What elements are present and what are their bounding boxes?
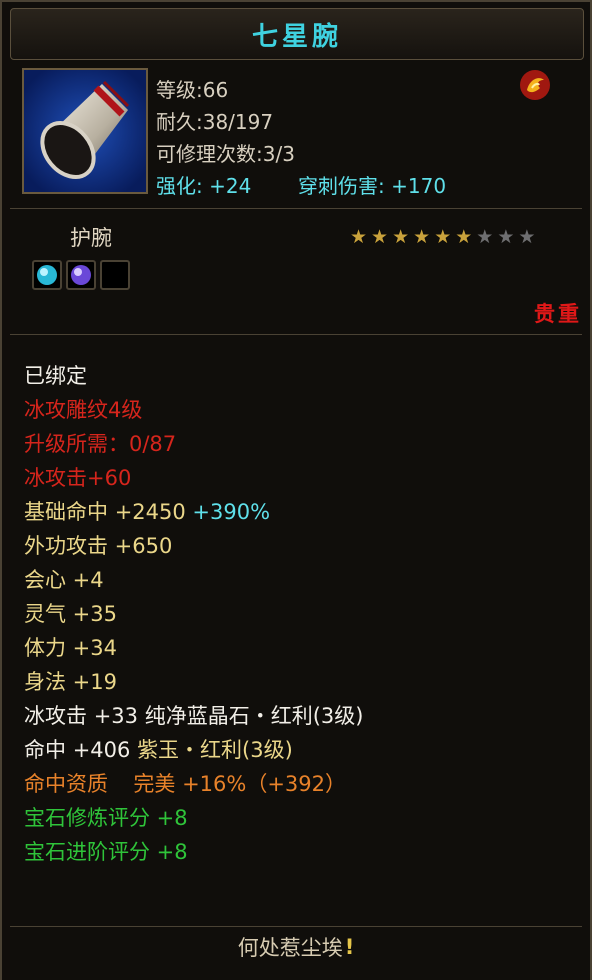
ice-attack-gem-row: 冰攻击 +33 纯净蓝晶石・红利(3级) [24, 700, 363, 730]
base-hit-percent: +390% [192, 500, 271, 524]
owner-name: 何处惹尘埃 [237, 936, 343, 960]
star-rating: ★ ★ ★ ★ ★ ★ ★ ★ ★ [350, 228, 535, 247]
ice-attack-bonus: 冰攻击+60 [24, 466, 132, 490]
rarity-label: 贵重 [534, 302, 582, 326]
hit-label: 命中 [24, 738, 66, 762]
level-text: 等级:66 [156, 78, 229, 102]
pierce-label: 穿刺伤害: [298, 174, 385, 198]
star-filled-icon: ★ [413, 226, 431, 248]
star-filled-icon: ★ [371, 226, 389, 248]
star-filled-icon: ★ [434, 226, 452, 248]
crit-stat: 会心 +4 [24, 568, 104, 592]
durability-text: 耐久:38/197 [156, 110, 274, 134]
enhance-row: 强化: +24 穿刺伤害: +170 [156, 170, 446, 199]
star-empty-icon: ★ [497, 226, 515, 248]
ice-attack-value: +33 [93, 704, 139, 728]
star-filled-icon: ★ [350, 226, 368, 248]
ice-carve-level: 冰攻雕纹4级 [24, 398, 143, 422]
agility-stat: 身法 +19 [24, 670, 117, 694]
gem-advance-score: 宝石进阶评分 +8 [24, 840, 188, 864]
gem2-name: 紫玉・红利(3级) [137, 738, 293, 762]
hit-quality-row: 命中资质 完美 +16%（+392） [24, 768, 346, 798]
spirit-stat: 灵气 +35 [24, 602, 117, 626]
gem-sockets [32, 260, 130, 290]
hit-value: +406 [72, 738, 131, 762]
base-hit-value: +2450 [114, 500, 186, 524]
pierce-value: +170 [391, 174, 447, 198]
bound-status: 已绑定 [24, 364, 87, 388]
hit-quality-value: +16%（+392） [182, 772, 347, 796]
base-hit-label: 基础命中 [24, 500, 108, 524]
cyan-gem-icon [32, 260, 62, 290]
gem-refine-score: 宝石修炼评分 +8 [24, 806, 188, 830]
hit-quality-label: 命中资质 [24, 772, 108, 796]
gem1-name: 纯净蓝晶石・红利(3级) [144, 704, 364, 728]
bracer-icon [22, 68, 148, 194]
flame-badge-icon [518, 68, 552, 102]
stamina-stat: 体力 +34 [24, 636, 117, 660]
empty-socket-icon [100, 260, 130, 290]
title-bar: 七星腕 [10, 8, 584, 60]
ice-attack-label: 冰攻击 [24, 704, 87, 728]
base-hit-row: 基础命中 +2450 +390% [24, 496, 270, 526]
frame-top [0, 0, 592, 2]
star-filled-icon: ★ [455, 226, 473, 248]
star-empty-icon: ★ [518, 226, 536, 248]
divider-1 [10, 208, 582, 209]
frame-left [0, 0, 2, 980]
hit-quality-grade: 完美 [133, 772, 176, 796]
star-filled-icon: ★ [392, 226, 410, 248]
purple-gem-icon [66, 260, 96, 290]
upgrade-requirement: 升级所需：0/87 [24, 432, 177, 456]
repair-count-text: 可修理次数:3/3 [156, 142, 295, 166]
outer-attack: 外功攻击 +650 [24, 534, 173, 558]
enhance-value: +24 [209, 174, 252, 198]
item-title: 七星腕 [251, 21, 342, 52]
item-type: 护腕 [70, 226, 112, 250]
footer-owner: 何处惹尘埃 ! [10, 926, 582, 967]
enhance-label: 强化: [156, 174, 203, 198]
hit-gem-row: 命中 +406 紫玉・红利(3级) [24, 734, 293, 764]
star-empty-icon: ★ [476, 226, 494, 248]
divider-2 [10, 334, 582, 335]
exclamation-icon: ! [344, 935, 355, 959]
item-tooltip: 七星腕 等级:66 耐久:38/197 可修理次数:3/3 强化: +24 穿刺… [0, 0, 592, 980]
